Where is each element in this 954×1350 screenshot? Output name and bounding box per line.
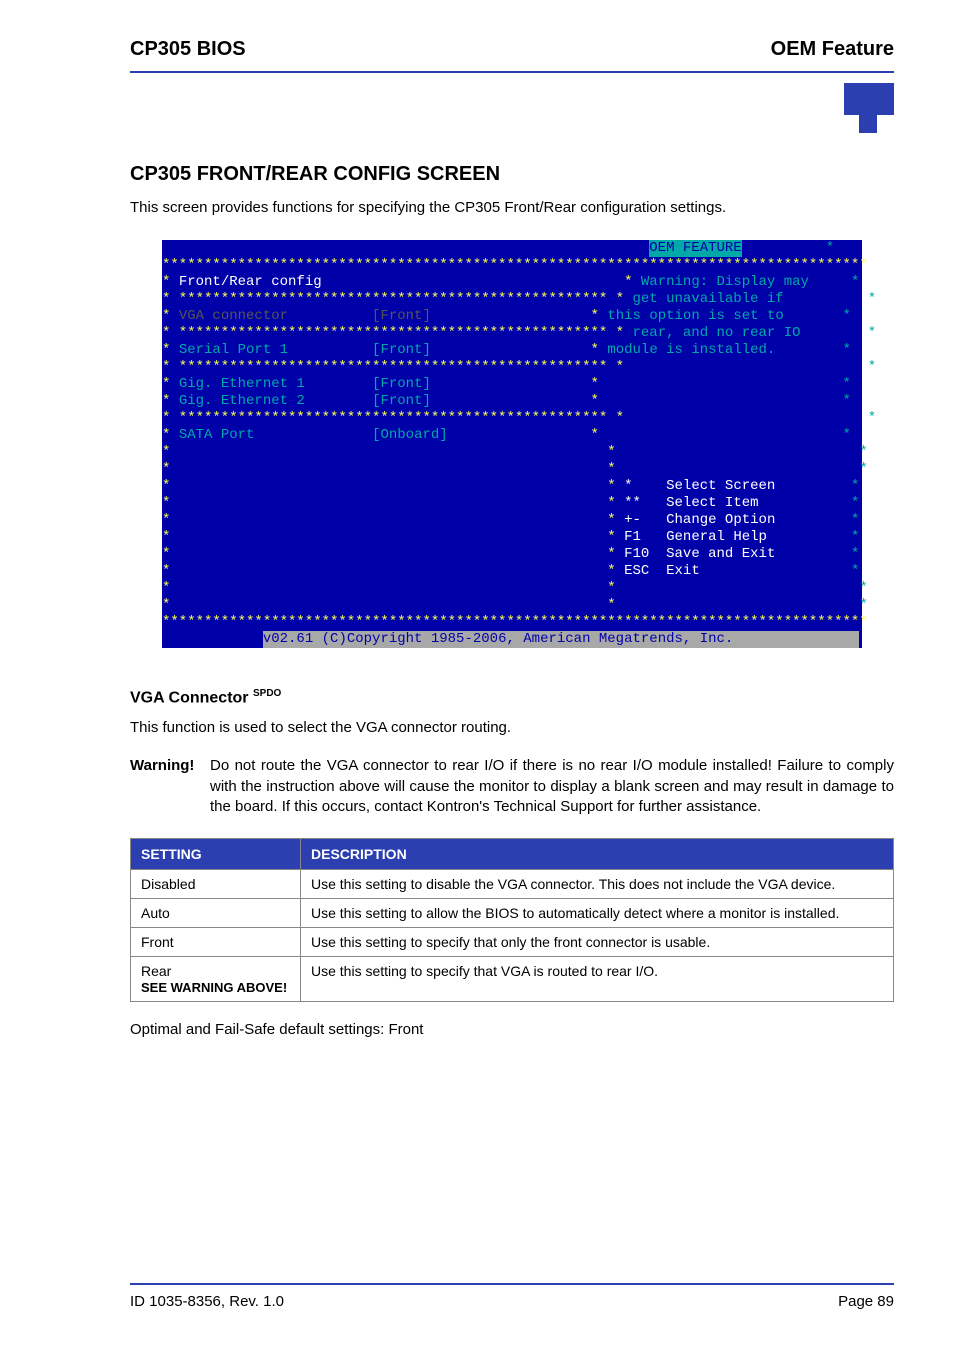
bios-key-selscreen-k: * xyxy=(624,478,632,494)
bios-key-save-k: F10 xyxy=(624,546,649,562)
vga-heading-sup: SPDO xyxy=(253,688,281,699)
bios-help-l3: this option is set to xyxy=(607,308,783,324)
bios-help-l2: get unavailable if xyxy=(632,291,783,307)
bios-item-sata-value: [Onboard] xyxy=(372,427,448,443)
cell-setting: Front xyxy=(131,927,301,956)
page-header: CP305 BIOS OEM Feature xyxy=(130,38,894,61)
bios-help-l4: rear, and no rear IO xyxy=(632,325,800,341)
table-row: Front Use this setting to specify that o… xyxy=(131,927,894,956)
vga-body: This function is used to select the VGA … xyxy=(130,718,894,738)
brand-logo xyxy=(130,83,894,133)
bios-copyright: v02.61 (C)Copyright 1985-2006, American … xyxy=(263,631,733,648)
warning-block: Warning! Do not route the VGA connector … xyxy=(130,756,894,818)
page-footer: ID 1035-8356, Rev. 1.0 Page 89 xyxy=(130,1283,894,1310)
bios-item-ge2-value: [Front] xyxy=(372,393,431,409)
header-rule xyxy=(130,71,894,73)
bios-key-change-l: Change Option xyxy=(666,512,775,528)
cell-subwarning: SEE WARNING ABOVE! xyxy=(141,980,287,995)
bios-screen: OEM FEATURE * **************************… xyxy=(162,240,862,648)
vga-heading-text: VGA Connector xyxy=(130,690,249,707)
section-intro: This screen provides functions for speci… xyxy=(130,198,894,218)
bios-item-serial-value: [Front] xyxy=(372,342,431,358)
cell-setting: Rear SEE WARNING ABOVE! xyxy=(131,956,301,1001)
bios-help-l1: Warning: Display may xyxy=(641,274,809,290)
vga-heading: VGA Connector SPDO xyxy=(130,688,894,707)
settings-table: SETTING DESCRIPTION Disabled Use this se… xyxy=(130,838,894,1002)
cell-setting: Auto xyxy=(131,898,301,927)
footer-rule xyxy=(130,1283,894,1285)
bios-help-l5: module is installed. xyxy=(607,342,775,358)
table-row: Rear SEE WARNING ABOVE! Use this setting… xyxy=(131,956,894,1001)
bios-key-selscreen-l: Select Screen xyxy=(666,478,775,494)
bios-item-ge1-label: Gig. Ethernet 1 xyxy=(179,376,305,392)
cell-description: Use this setting to specify that VGA is … xyxy=(301,956,894,1001)
bios-item-ge1-value: [Front] xyxy=(372,376,431,392)
section-title: CP305 FRONT/REAR CONFIG SCREEN xyxy=(130,163,894,186)
bios-item-vga-label: VGA connector xyxy=(179,308,288,324)
bios-item-vga-value: [Front] xyxy=(372,308,431,324)
bios-key-change-k: +- xyxy=(624,512,641,528)
header-left: CP305 BIOS xyxy=(130,38,246,61)
table-row: Disabled Use this setting to disable the… xyxy=(131,869,894,898)
cell-description: Use this setting to disable the VGA conn… xyxy=(301,869,894,898)
bios-item-sata-label: SATA Port xyxy=(179,427,255,443)
footer-right: Page 89 xyxy=(838,1293,894,1310)
bios-key-help-k: F1 xyxy=(624,529,641,545)
table-row: Auto Use this setting to allow the BIOS … xyxy=(131,898,894,927)
th-setting: SETTING xyxy=(131,838,301,869)
bios-item-serial-label: Serial Port 1 xyxy=(179,342,288,358)
th-description: DESCRIPTION xyxy=(301,838,894,869)
bios-key-selitem-l: Select Item xyxy=(666,495,758,511)
bios-key-exit-k: ESC xyxy=(624,563,649,579)
cell-description: Use this setting to allow the BIOS to au… xyxy=(301,898,894,927)
bios-section-label: Front/Rear config xyxy=(179,274,322,290)
bios-key-exit-l: Exit xyxy=(666,563,700,579)
warning-text: Do not route the VGA connector to rear I… xyxy=(210,756,894,818)
bios-key-save-l: Save and Exit xyxy=(666,546,775,562)
bios-key-selitem-k: ** xyxy=(624,495,641,511)
header-right: OEM Feature xyxy=(771,38,894,61)
bios-menu-title: OEM FEATURE xyxy=(649,240,741,257)
bios-key-help-l: General Help xyxy=(666,529,767,545)
warning-label: Warning! xyxy=(130,756,210,818)
footer-left: ID 1035-8356, Rev. 1.0 xyxy=(130,1293,284,1310)
bios-item-ge2-label: Gig. Ethernet 2 xyxy=(179,393,305,409)
cell-setting: Disabled xyxy=(131,869,301,898)
defaults-line: Optimal and Fail-Safe default settings: … xyxy=(130,1020,894,1040)
cell-description: Use this setting to specify that only th… xyxy=(301,927,894,956)
